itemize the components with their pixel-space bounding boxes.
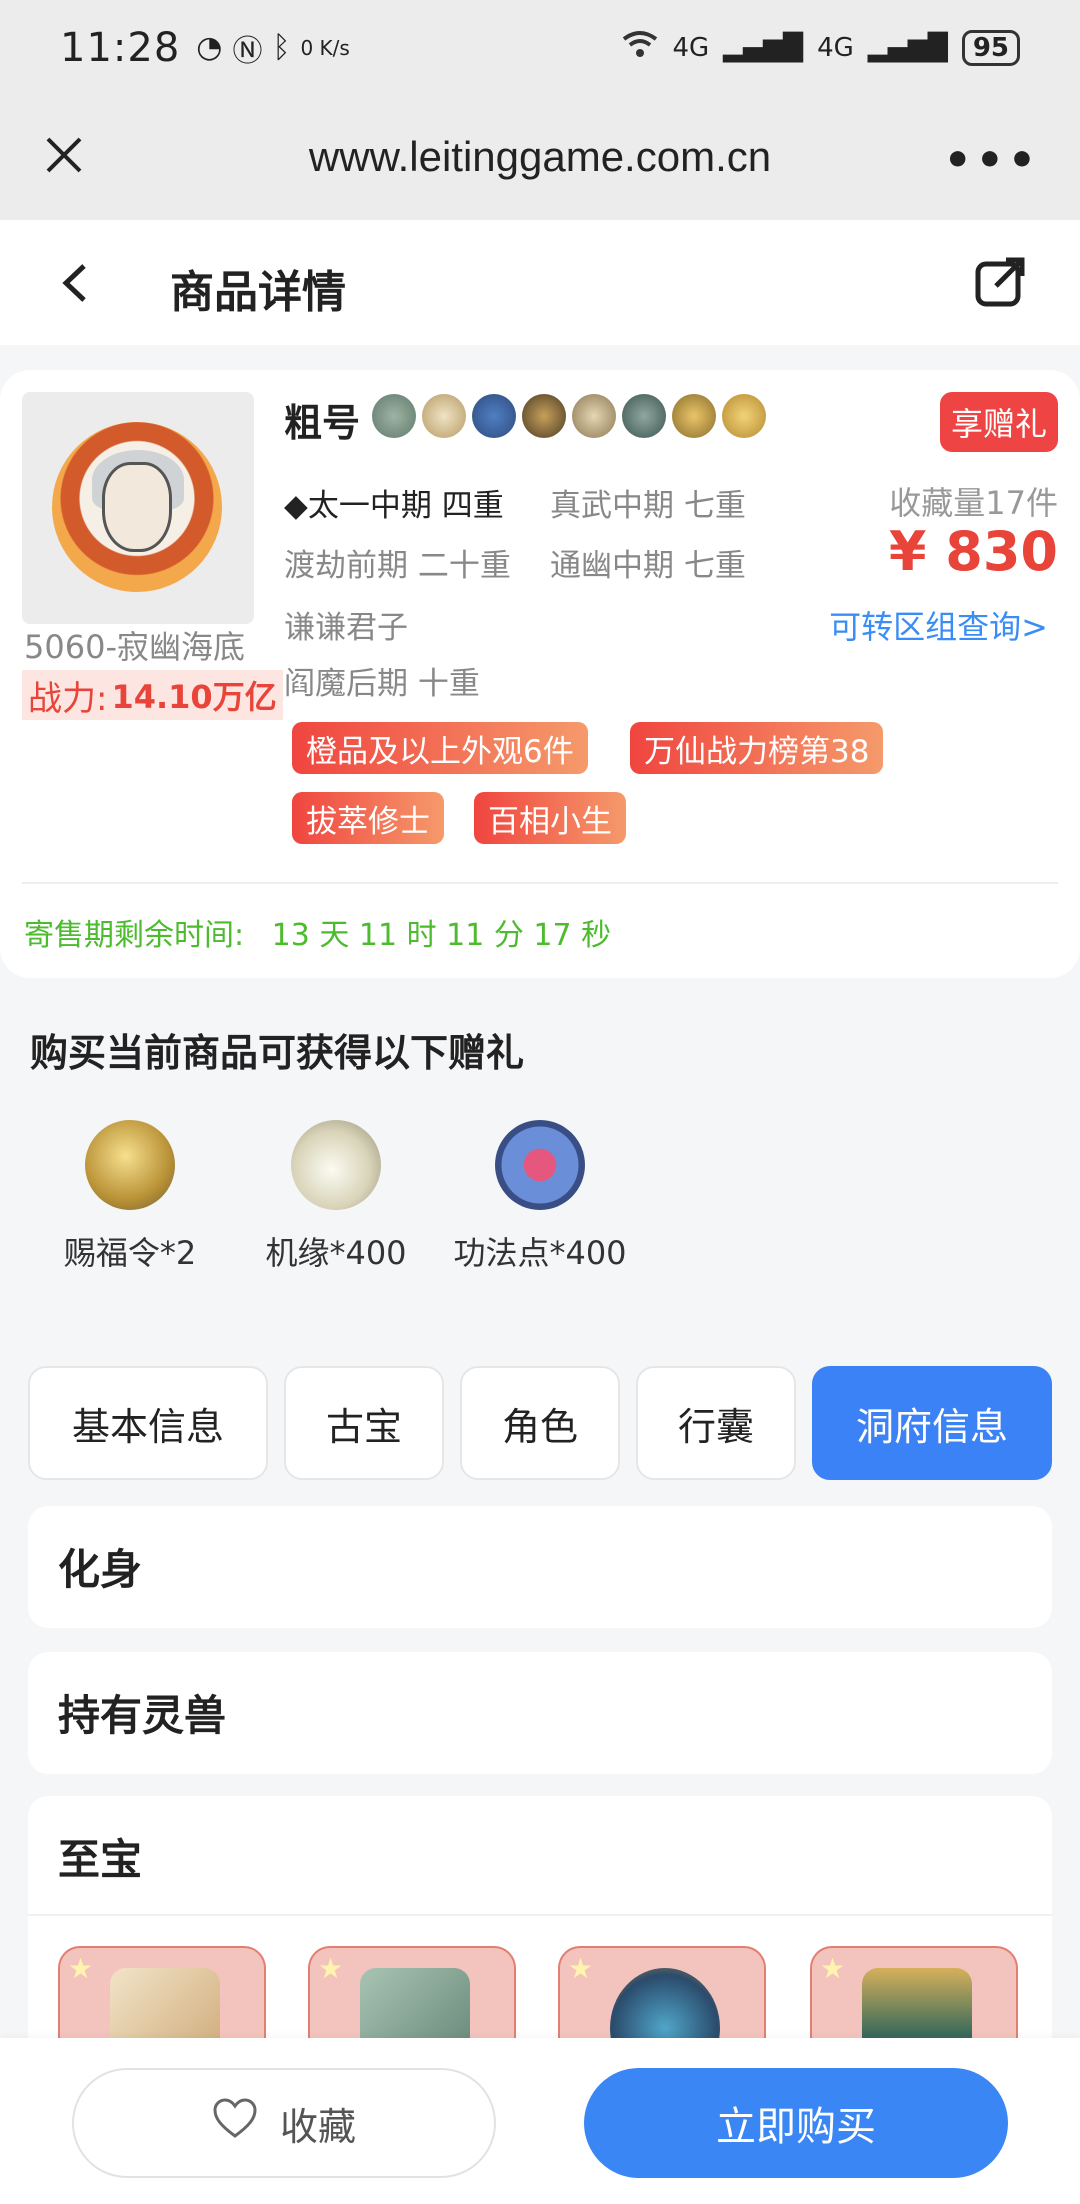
gift-badge: 享赠礼: [940, 392, 1058, 452]
gift-item: 功法点*400: [440, 1120, 640, 1274]
gift-label: 机缘*400: [265, 1234, 407, 1272]
star-icon: ★: [318, 1952, 344, 1985]
realm-main: ◆太一中期 四重: [284, 488, 504, 524]
gift-label: 功法点*400: [453, 1234, 627, 1272]
item-icons: [372, 394, 766, 438]
more-menu-icon[interactable]: •••: [944, 135, 1040, 186]
transfer-query-link[interactable]: 可转区组查询>: [829, 602, 1048, 648]
gifts-title: 购买当前商品可获得以下赠礼: [30, 1031, 525, 1075]
realm-item: 通幽中期 七重: [550, 548, 746, 584]
bluetooth-icon: ᛒ: [272, 30, 291, 65]
favorite-button[interactable]: 收藏: [72, 2068, 496, 2178]
signal-bars-icon: ▂▄▆█: [867, 32, 948, 63]
gift-item: 机缘*400: [236, 1120, 436, 1274]
tab-ancient-treasure[interactable]: 古宝: [284, 1366, 444, 1480]
gourd-item-icon: [422, 394, 466, 438]
battery-indicator: 95: [961, 29, 1020, 66]
heart-icon: [212, 2097, 258, 2149]
status-left-icons: ◔ Ⓝ ᛒ 0 K/s: [196, 26, 350, 70]
tray-item-icon: [672, 394, 716, 438]
sword-item-icon: [572, 394, 616, 438]
favorite-count: 收藏量17件: [889, 484, 1058, 522]
countdown: 寄售期剩余时间: 13 天 11 时 11 分 17 秒: [24, 910, 611, 954]
signal-bars-icon: ▂▄▆█: [723, 32, 804, 63]
tab-inventory[interactable]: 行囊: [636, 1366, 796, 1480]
price: ¥ 830: [888, 520, 1058, 583]
status-time: 11:28: [60, 24, 181, 71]
cauldron-item-icon: [622, 394, 666, 438]
product-card[interactable]: 5060-寂幽海底 战力: 14.10万亿 粗号 享赠礼 ◆太一中期 四重 真武…: [0, 370, 1080, 978]
bell-item-icon: [372, 394, 416, 438]
countdown-value: 13 天 11 时 11 分 17 秒: [271, 918, 612, 953]
tab-character[interactable]: 角色: [460, 1366, 620, 1480]
favorite-label: 收藏: [279, 2104, 356, 2149]
realm-item: 谦谦君子: [284, 610, 408, 646]
realm-item: 渡劫前期 二十重: [284, 548, 511, 584]
signal-4g-1: 4G: [672, 32, 710, 63]
nfc-icon: Ⓝ: [232, 33, 263, 69]
jade-icon: [291, 1120, 381, 1210]
section-title: 至宝: [58, 1835, 143, 1884]
countdown-label: 寄售期剩余时间:: [24, 918, 245, 953]
net-speed: 0 K/s: [300, 35, 350, 60]
wifi-icon: [622, 29, 658, 66]
seller-name: 粗号: [284, 401, 361, 445]
status-right-icons: 4G ▂▄▆█ 4G ▂▄▆█ 95: [622, 29, 1020, 66]
section-title: 持有灵兽: [58, 1691, 227, 1740]
feature-tag: 拔萃修士: [292, 792, 444, 844]
star-icon: ★: [568, 1952, 594, 1985]
realm-item: 真武中期 七重: [550, 488, 746, 524]
server-label: 5060-寂幽海底: [24, 628, 245, 666]
divider: [28, 1914, 1052, 1916]
avatar: [22, 392, 254, 624]
section-avatar[interactable]: 化身: [28, 1506, 1052, 1628]
token-icon: [85, 1120, 175, 1210]
power-value: 14.10万亿: [111, 678, 277, 716]
power-badge: 战力: 14.10万亿: [22, 670, 283, 720]
token-item-icon: [722, 394, 766, 438]
power-label: 战力:: [28, 678, 108, 719]
realm-item: 阎魔后期 十重: [284, 666, 480, 702]
tab-basic-info[interactable]: 基本信息: [28, 1366, 268, 1480]
section-spirit-beast[interactable]: 持有灵兽: [28, 1652, 1052, 1774]
gift-label: 赐福令*2: [63, 1234, 197, 1272]
orb-icon: [495, 1120, 585, 1210]
bottom-bar: 收藏 立即购买: [0, 2038, 1080, 2204]
share-icon[interactable]: [972, 252, 1032, 312]
speedometer-icon: ◔: [196, 30, 223, 65]
buy-now-button[interactable]: 立即购买: [584, 2068, 1008, 2178]
feature-tag: 橙品及以上外观6件: [292, 722, 588, 774]
back-arrow-icon[interactable]: [52, 258, 102, 308]
page-title: 商品详情: [170, 267, 346, 318]
star-icon: ★: [820, 1952, 846, 1985]
avatar-portrait: [52, 422, 222, 592]
fan-item-icon: [472, 394, 516, 438]
page-header: 商品详情: [0, 220, 1080, 345]
lantern-item-icon: [522, 394, 566, 438]
feature-tag: 百相小生: [474, 792, 626, 844]
gift-item: 赐福令*2: [30, 1120, 230, 1274]
signal-4g-2: 4G: [817, 32, 854, 63]
status-bar: 11:28 ◔ Ⓝ ᛒ 0 K/s 4G ▂▄▆█ 4G ▂▄▆█ 95: [0, 0, 1080, 95]
star-icon: ★: [68, 1952, 94, 1985]
browser-bar: www.leitinggame.com.cn •••: [0, 95, 1080, 220]
section-title: 化身: [58, 1545, 143, 1594]
divider: [22, 882, 1058, 884]
browser-url[interactable]: www.leitinggame.com.cn: [0, 133, 1080, 181]
tab-cave-info[interactable]: 洞府信息: [812, 1366, 1052, 1480]
feature-tag: 万仙战力榜第38: [630, 722, 884, 774]
